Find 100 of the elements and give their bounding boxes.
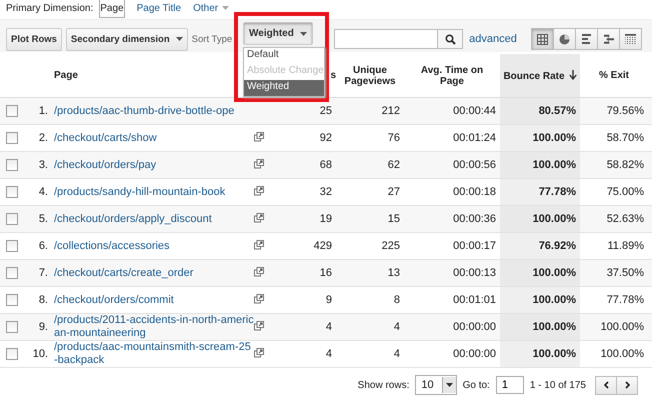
- chevron-left-icon: [604, 381, 608, 389]
- show-rows-label: Show rows:: [358, 380, 410, 390]
- table-cell: 32: [320, 186, 332, 198]
- open-page-icon[interactable]: [254, 212, 264, 222]
- chevron-right-icon: [624, 381, 630, 389]
- pivot-view-button[interactable]: [619, 28, 642, 50]
- row-checkbox[interactable]: [6, 240, 18, 252]
- row-checkbox[interactable]: [6, 294, 18, 306]
- caret-icon: [176, 37, 183, 41]
- table-cell: 00:00:00: [453, 348, 496, 360]
- dimension-link[interactable]: Page Title: [136, 2, 182, 14]
- open-page-icon[interactable]: [254, 132, 264, 142]
- table-cell: 52.63%: [606, 213, 644, 225]
- page-link[interactable]: /collections/accessories: [54, 240, 254, 252]
- table-cell: 4: [394, 348, 400, 360]
- column-header[interactable]: Unique Pageviews: [340, 64, 400, 86]
- rows-per-page-select[interactable]: 10: [415, 375, 457, 395]
- table-cell: 00:01:24: [453, 132, 496, 144]
- column-header[interactable]: s: [330, 70, 336, 81]
- table-cell: 00:00:44: [453, 105, 496, 117]
- page-link[interactable]: /products/sandy-hill-mountain-book: [54, 186, 254, 198]
- table-view-button[interactable]: [531, 28, 554, 50]
- advanced-link[interactable]: advanced: [469, 33, 517, 45]
- page-number-field[interactable]: 1: [496, 376, 524, 394]
- bar-view-button[interactable]: [575, 28, 598, 50]
- row-checkbox[interactable]: [6, 267, 18, 280]
- table-cell: 58.70%: [606, 132, 644, 144]
- table-cell: 100.00%: [532, 132, 576, 144]
- search-icon: [444, 34, 456, 44]
- table-cell: 4: [326, 321, 332, 333]
- row-checkbox[interactable]: [6, 348, 18, 360]
- next-page-button[interactable]: [616, 376, 638, 394]
- table-cell: 27: [388, 186, 400, 198]
- table-cell: 62: [388, 159, 400, 171]
- secondary-dimension-dropdown[interactable]: Secondary dimension: [66, 28, 188, 50]
- table-cell: 4: [326, 348, 332, 360]
- column-header[interactable]: % Exit: [598, 70, 629, 81]
- open-page-icon[interactable]: [254, 348, 264, 358]
- table-cell: 00:00:18: [453, 186, 496, 198]
- table-cell: 100.00%: [532, 159, 576, 171]
- open-page-icon[interactable]: [254, 186, 264, 196]
- page-link[interactable]: /products/aac-mountainsmith-scream-25-backpack: [54, 341, 254, 367]
- caret-icon: [446, 383, 453, 387]
- page-link[interactable]: /checkout/orders/commit: [54, 294, 254, 306]
- pivot-icon: [625, 34, 636, 44]
- column-header[interactable]: Page: [54, 70, 78, 81]
- row-checkbox[interactable]: [6, 159, 18, 172]
- sort-type-dropdown[interactable]: Weighted: [243, 22, 313, 45]
- table-cell: 212: [382, 105, 400, 117]
- page-link[interactable]: /checkout/carts/show: [54, 132, 254, 144]
- row-number: 8.: [38, 294, 48, 306]
- grid-icon: [537, 34, 548, 44]
- table-cell: 76: [388, 132, 400, 144]
- table-cell: 00:00:17: [453, 240, 496, 252]
- go-to-label: Go to:: [462, 380, 490, 390]
- open-page-icon[interactable]: [254, 320, 264, 330]
- table-cell: 80.57%: [538, 105, 576, 117]
- table-cell: 68: [320, 159, 332, 171]
- table-cell: 15: [388, 213, 400, 225]
- row-checkbox[interactable]: [6, 132, 18, 144]
- table-cell: 100.00%: [600, 348, 644, 360]
- sort-type-label: Sort Type: [192, 34, 232, 44]
- column-header[interactable]: Bounce Rate: [503, 70, 565, 82]
- plot-rows-button[interactable]: Plot Rows: [6, 28, 62, 50]
- table-cell: 79.56%: [606, 105, 644, 117]
- caret-icon: [222, 6, 230, 10]
- table-cell: 25: [320, 105, 332, 117]
- table-cell: 100.00%: [532, 267, 576, 279]
- table-cell: 75.00%: [606, 186, 644, 198]
- dimension-link[interactable]: Other: [193, 2, 230, 14]
- open-page-icon[interactable]: [254, 266, 264, 276]
- previous-page-button[interactable]: [595, 376, 617, 394]
- menu-option[interactable]: Default: [244, 48, 324, 64]
- table-cell: 00:00:36: [453, 213, 496, 225]
- table-cell: 00:01:01: [453, 294, 496, 306]
- row-checkbox[interactable]: [6, 213, 18, 226]
- dimension-link[interactable]: Page: [99, 0, 125, 18]
- primary-dimension-label: Primary Dimension:: [6, 2, 94, 14]
- table-cell: 9: [326, 294, 332, 306]
- table-cell: 92: [320, 132, 332, 144]
- row-number: 3.: [38, 159, 48, 171]
- table-cell: 16: [320, 267, 332, 279]
- open-page-icon[interactable]: [254, 158, 264, 168]
- table-cell: 100.00%: [532, 213, 576, 225]
- comparison-view-button[interactable]: [597, 28, 620, 50]
- menu-option[interactable]: Weighted: [244, 80, 324, 96]
- row-checkbox[interactable]: [6, 105, 18, 118]
- page-range: 1 - 10 of 175: [530, 380, 586, 390]
- row-number: 10.: [32, 348, 48, 360]
- open-page-icon[interactable]: [254, 294, 264, 304]
- pie-view-button[interactable]: [553, 28, 576, 50]
- search-field[interactable]: [334, 29, 464, 49]
- column-header[interactable]: Avg. Time on Page: [408, 64, 496, 86]
- table-cell: 00:00:00: [453, 321, 496, 333]
- row-checkbox[interactable]: [6, 186, 18, 198]
- table-cell: 100.00%: [600, 321, 644, 333]
- table-cell: 19: [320, 213, 332, 225]
- row-checkbox[interactable]: [6, 321, 18, 334]
- open-page-icon[interactable]: [254, 240, 264, 250]
- table-cell: 77.78%: [538, 186, 576, 198]
